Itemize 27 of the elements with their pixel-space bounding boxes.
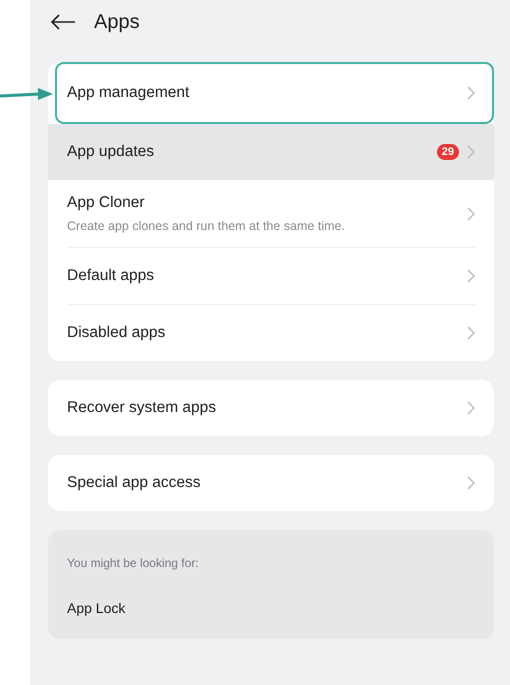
page-title: Apps — [94, 10, 140, 35]
chevron-right-icon — [467, 206, 475, 220]
row-subtitle: Create app clones and run them at the same time. — [67, 218, 345, 236]
row-label: App management — [67, 83, 190, 104]
chevron-right-icon — [467, 326, 475, 340]
settings-row[interactable]: App management — [48, 62, 494, 124]
settings-row[interactable]: Default apps — [48, 248, 494, 304]
row-label: Recover system apps — [67, 398, 216, 418]
row-label: Default apps — [67, 266, 154, 286]
row-label: App updates — [67, 142, 154, 162]
settings-row[interactable]: Recover system apps — [48, 380, 494, 436]
chevron-right-icon — [467, 269, 475, 283]
chevron-right-icon — [467, 476, 475, 490]
chevron-right-icon — [467, 145, 475, 159]
suggestion-heading: You might be looking for: — [67, 555, 200, 572]
count-badge: 29 — [436, 144, 459, 160]
row-label: App Cloner — [67, 193, 146, 213]
back-arrow-icon[interactable] — [50, 14, 76, 30]
settings-row[interactable]: Special app access — [48, 455, 494, 511]
suggestion-link[interactable]: App Lock — [67, 598, 475, 619]
settings-row[interactable]: App Cloner Create app clones and run them at the same time. — [48, 180, 494, 247]
row-label: Disabled apps — [67, 323, 166, 344]
settings-row[interactable]: App updates 29 — [48, 124, 494, 180]
chevron-right-icon — [467, 86, 475, 100]
row-label: Special app access — [67, 473, 201, 494]
settings-row[interactable]: Disabled apps — [48, 305, 494, 361]
chevron-right-icon — [467, 401, 475, 415]
